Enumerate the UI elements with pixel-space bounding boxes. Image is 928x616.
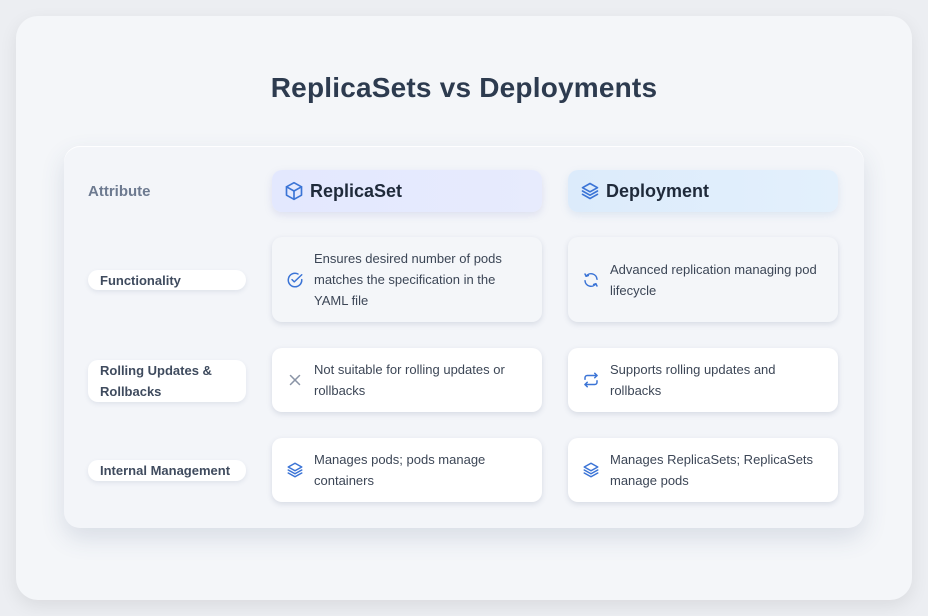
deployment-column-label: Deployment: [606, 180, 710, 201]
row-label-rolling-updates: Rolling Updates & Rollbacks: [88, 360, 246, 402]
deployment-rolling-updates-text: Supports rolling updates and rollbacks: [610, 362, 776, 398]
replicaset-rolling-updates-text: Not suitable for rolling updates or roll…: [314, 362, 505, 398]
deployment-internal-management-cell: Manages ReplicaSets; ReplicaSets manage …: [568, 438, 838, 502]
replicaset-internal-management-text: Manages pods; pods manage containers: [314, 452, 486, 488]
replicaset-internal-management-cell: Manages pods; pods manage containers: [272, 438, 542, 502]
refresh-icon: [582, 271, 600, 289]
repeat-arrows-icon: [582, 371, 600, 389]
replicaset-column-label: ReplicaSet: [310, 180, 403, 201]
deployment-internal-management-text: Manages ReplicaSets; ReplicaSets manage …: [610, 452, 814, 488]
replicaset-rolling-updates-cell: Not suitable for rolling updates or roll…: [272, 348, 542, 412]
deployment-functionality-text: Advanced replication managing pod lifecy…: [610, 261, 817, 298]
replicaset-functionality-cell: Ensures desired number of pods matches t…: [272, 237, 542, 322]
deployment-functionality-cell: Advanced replication managing pod lifecy…: [568, 237, 838, 322]
layers-icon: [582, 461, 600, 479]
check-circle-icon: [286, 271, 304, 289]
layers-icon: [580, 181, 600, 201]
deployment-column-header: Deployment: [568, 170, 838, 212]
replicaset-functionality-text: Ensures desired number of pods matches t…: [314, 251, 502, 308]
cube-icon: [284, 181, 304, 201]
x-icon: [286, 371, 304, 389]
page-title: ReplicaSets vs Deployments: [270, 72, 658, 103]
row-label-internal-management: Internal Management: [88, 460, 246, 481]
row-label-functionality: Functionality: [88, 270, 246, 290]
layers-icon: [286, 461, 304, 479]
deployment-rolling-updates-cell: Supports rolling updates and rollbacks: [568, 348, 838, 412]
replicaset-column-header: ReplicaSet: [272, 170, 542, 212]
attribute-column-header: Attribute: [88, 183, 151, 200]
